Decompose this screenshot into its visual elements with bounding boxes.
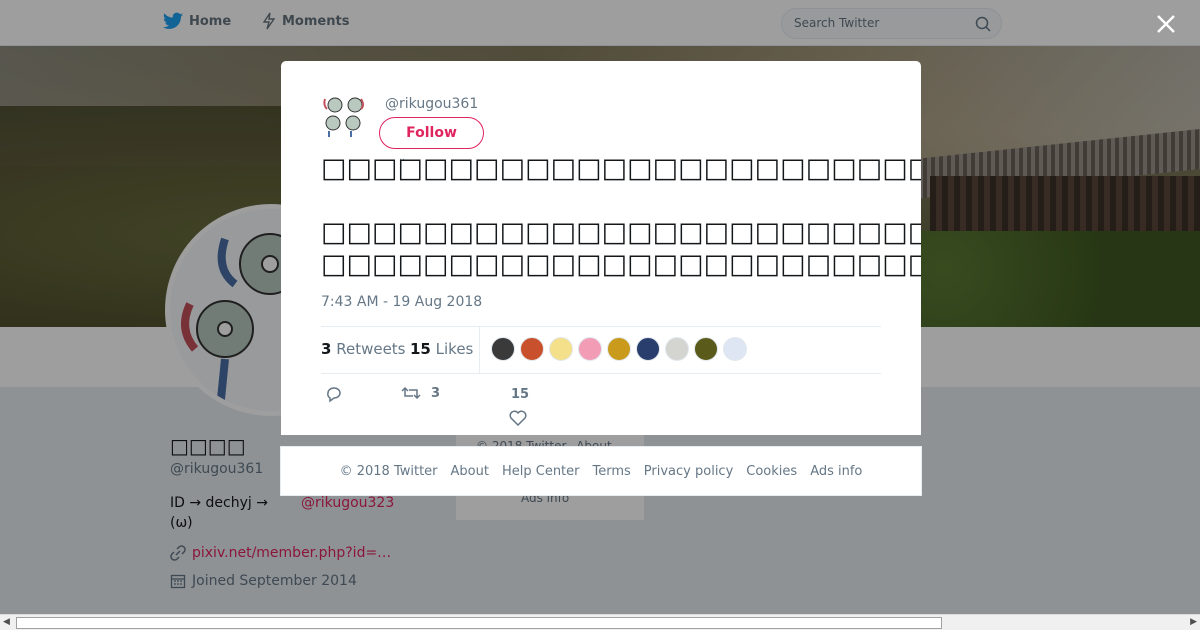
- heart-icon[interactable]: [509, 410, 527, 426]
- tweet-text: □□□□□□□□□□□□□□□□□□□□□□□□ □□□□□□□□□□□□□□□□…: [321, 153, 921, 281]
- footer-terms-link[interactable]: Terms: [593, 464, 631, 479]
- liker-avatar[interactable]: [665, 337, 689, 361]
- follow-button[interactable]: Follow: [379, 117, 484, 149]
- modal-footer: © 2018 Twitter About Help Center Terms P…: [280, 446, 922, 496]
- retweet-icon: [401, 386, 421, 400]
- tweet-actions: 3 15: [321, 383, 881, 433]
- tweet-text-line-3: □□□□□□□□□□□□□□□□□□□□□□□□: [321, 217, 921, 248]
- stats-divider: [479, 327, 480, 374]
- retweets-label: Retweets: [336, 340, 406, 358]
- retweets-stat[interactable]: 3 Retweets: [321, 340, 406, 358]
- liker-avatar[interactable]: [694, 337, 718, 361]
- footer-cookies-link[interactable]: Cookies: [746, 464, 797, 479]
- tweet-text-line-2: [321, 185, 921, 217]
- liker-avatar[interactable]: [607, 337, 631, 361]
- liker-avatars: [491, 337, 747, 361]
- footer-privacy-link[interactable]: Privacy policy: [644, 464, 733, 479]
- likes-count: 15: [410, 340, 431, 358]
- likes-label: Likes: [435, 340, 474, 358]
- footer-copyright: © 2018 Twitter: [339, 463, 438, 479]
- footer-about-link[interactable]: About: [451, 464, 489, 479]
- tweet-author-avatar[interactable]: [321, 91, 369, 139]
- retweet-button[interactable]: 3: [401, 385, 440, 401]
- likes-stat[interactable]: 15 Likes: [410, 340, 473, 358]
- scroll-right-arrow-icon[interactable]: ▶: [1190, 617, 1197, 627]
- liker-avatar[interactable]: [549, 337, 573, 361]
- tweet-text-line-1: □□□□□□□□□□□□□□□□□□□□□□□□□□□□□□□□□□: [321, 153, 921, 184]
- scroll-left-arrow-icon[interactable]: ◀: [3, 617, 10, 627]
- liker-avatar[interactable]: [723, 337, 747, 361]
- liker-avatar[interactable]: [636, 337, 660, 361]
- liker-avatar[interactable]: [520, 337, 544, 361]
- scrollbar-thumb[interactable]: [16, 617, 942, 629]
- liker-avatar[interactable]: [578, 337, 602, 361]
- close-icon[interactable]: [1152, 10, 1180, 38]
- liker-avatar[interactable]: [491, 337, 515, 361]
- tweet-text-line-4: □□□□□□□□□□□□□□□□□□□□□□□□□□□□□□□□□□□□□□□□…: [321, 249, 921, 280]
- like-action-count: 15: [511, 387, 530, 402]
- reply-button[interactable]: [325, 385, 343, 403]
- horizontal-scrollbar[interactable]: ◀ ▶: [0, 614, 1200, 630]
- reply-icon: [327, 387, 341, 403]
- footer-help-link[interactable]: Help Center: [502, 464, 580, 479]
- tweet-stats: 3 Retweets 15 Likes: [321, 326, 881, 374]
- retweets-count: 3: [321, 340, 332, 358]
- tweet-timestamp[interactable]: 7:43 AM - 19 Aug 2018: [321, 294, 482, 310]
- retweet-action-count: 3: [431, 385, 441, 401]
- tweet-permalink-modal: @rikugou361 Follow ⌄ □□□□□□□□□□□□□□□□□□□…: [281, 61, 921, 435]
- tweet-author-handle[interactable]: @rikugou361: [385, 96, 478, 112]
- footer-ads-link[interactable]: Ads info: [810, 464, 862, 479]
